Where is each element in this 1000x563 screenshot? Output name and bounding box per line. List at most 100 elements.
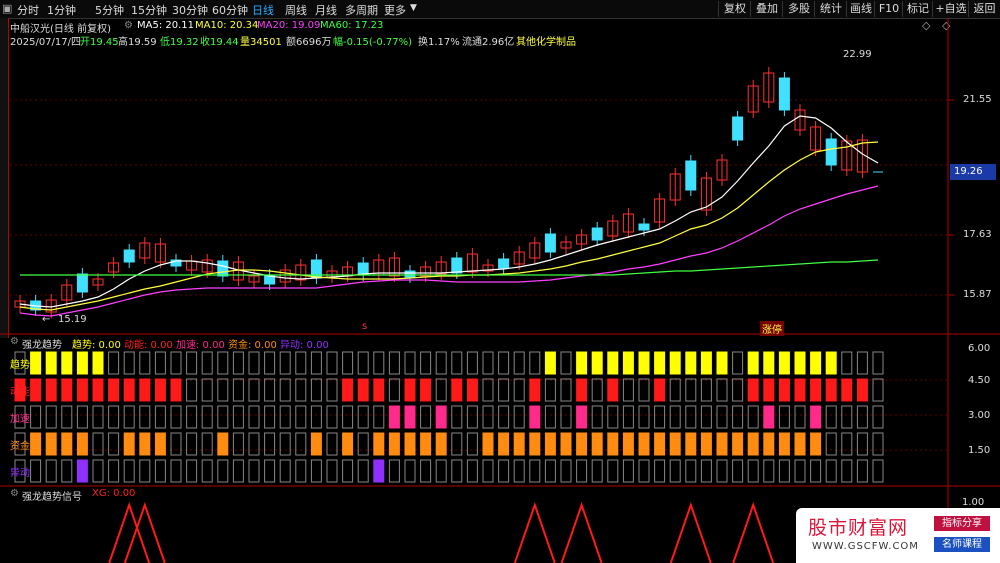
accel-bar <box>435 405 447 429</box>
fund-bar <box>326 432 338 456</box>
trend-bar <box>92 351 104 375</box>
candle-body <box>732 116 744 141</box>
indicator1-title: 强龙趋势 <box>22 340 62 351</box>
low-annotation: 15.19 <box>58 314 87 325</box>
accel-bar <box>342 405 354 429</box>
accel-bar <box>76 405 88 429</box>
anomaly-bar <box>92 459 104 483</box>
fund-bar <box>123 432 135 456</box>
trend-bar <box>794 351 806 375</box>
trend-bar <box>310 351 322 375</box>
candle-body <box>778 77 790 111</box>
momentum-bar <box>264 378 276 402</box>
trend-bar <box>466 351 478 375</box>
fund-bar <box>763 432 775 456</box>
trend-bar <box>872 351 884 375</box>
trend-bar <box>435 351 447 375</box>
trend-bar <box>404 351 416 375</box>
fund-bar <box>669 432 681 456</box>
anomaly-bar <box>669 459 681 483</box>
anomaly-bar <box>498 459 510 483</box>
signal-spike <box>669 501 712 563</box>
momentum-bar <box>92 378 104 402</box>
row-label-trend: 趋势 <box>10 360 30 371</box>
accel-bar <box>388 405 400 429</box>
y-tick-15-87: 15.87 <box>963 289 992 300</box>
momentum-bar <box>794 378 806 402</box>
fund-bar <box>841 432 853 456</box>
accel-bar <box>232 405 244 429</box>
accel-bar <box>591 405 603 429</box>
trend-bar <box>747 351 759 375</box>
anomaly-bar <box>404 459 416 483</box>
accel-bar <box>513 405 525 429</box>
anomaly-bar <box>622 459 634 483</box>
fund-bar <box>108 432 120 456</box>
watermark-tag-course: 名师课程 <box>934 537 990 552</box>
momentum-bar <box>529 378 541 402</box>
fund-bar <box>466 432 478 456</box>
row-label-accel: 加速 <box>10 414 30 425</box>
momentum-bar <box>326 378 338 402</box>
momentum-bar <box>139 378 151 402</box>
current-price-label: 19.26 <box>954 166 983 177</box>
accel-bar <box>92 405 104 429</box>
trend-bar <box>529 351 541 375</box>
fund-bar <box>872 432 884 456</box>
ind1-trend-value: 趋势: 0.00 <box>72 340 121 351</box>
momentum-bar <box>248 378 260 402</box>
trend-bar <box>342 351 354 375</box>
trend-bar <box>685 351 697 375</box>
momentum-bar <box>388 378 400 402</box>
trend-bar <box>186 351 198 375</box>
fund-bar <box>732 432 744 456</box>
trend-bar <box>201 351 213 375</box>
anomaly-bar <box>513 459 525 483</box>
fund-bar <box>30 432 42 456</box>
accel-bar <box>186 405 198 429</box>
momentum-bar <box>498 378 510 402</box>
indicator2-title: 强龙趋势信号 <box>22 492 82 503</box>
high-annotation: 22.99 <box>843 49 872 60</box>
main-chart-svg[interactable] <box>0 0 1000 563</box>
momentum-bar <box>576 378 588 402</box>
accel-bar <box>685 405 697 429</box>
row-label-anomaly: 异动 <box>10 468 30 479</box>
trend-bar <box>856 351 868 375</box>
trend-bar <box>76 351 88 375</box>
accel-bar <box>841 405 853 429</box>
momentum-bar <box>669 378 681 402</box>
anomaly-bar <box>232 459 244 483</box>
anomaly-bar <box>732 459 744 483</box>
accel-bar <box>856 405 868 429</box>
anomaly-bar <box>248 459 260 483</box>
accel-bar <box>404 405 416 429</box>
watermark-banner: 股市财富网 WWW.GSCFW.COM 指标分享 名师课程 <box>796 508 1000 563</box>
low-arrow-icon: ← <box>42 314 51 325</box>
anomaly-bar <box>747 459 759 483</box>
anomaly-bar <box>76 459 88 483</box>
trend-bar <box>279 351 291 375</box>
accel-bar <box>61 405 73 429</box>
accel-bar <box>326 405 338 429</box>
momentum-bar <box>123 378 135 402</box>
accel-bar <box>482 405 494 429</box>
accel-bar <box>732 405 744 429</box>
fund-bar <box>232 432 244 456</box>
fund-bar <box>576 432 588 456</box>
trend-bar <box>778 351 790 375</box>
momentum-bar <box>170 378 182 402</box>
fund-bar <box>295 432 307 456</box>
anomaly-bar <box>108 459 120 483</box>
trend-bar <box>498 351 510 375</box>
momentum-bar <box>482 378 494 402</box>
momentum-bar <box>295 378 307 402</box>
anomaly-bar <box>576 459 588 483</box>
anomaly-bar <box>591 459 603 483</box>
momentum-bar <box>435 378 447 402</box>
indicator-gear-icon[interactable]: ⚙ <box>10 336 19 347</box>
accel-bar <box>170 405 182 429</box>
indicator2-gear-icon[interactable]: ⚙ <box>10 488 19 499</box>
fund-bar <box>607 432 619 456</box>
anomaly-bar <box>700 459 712 483</box>
